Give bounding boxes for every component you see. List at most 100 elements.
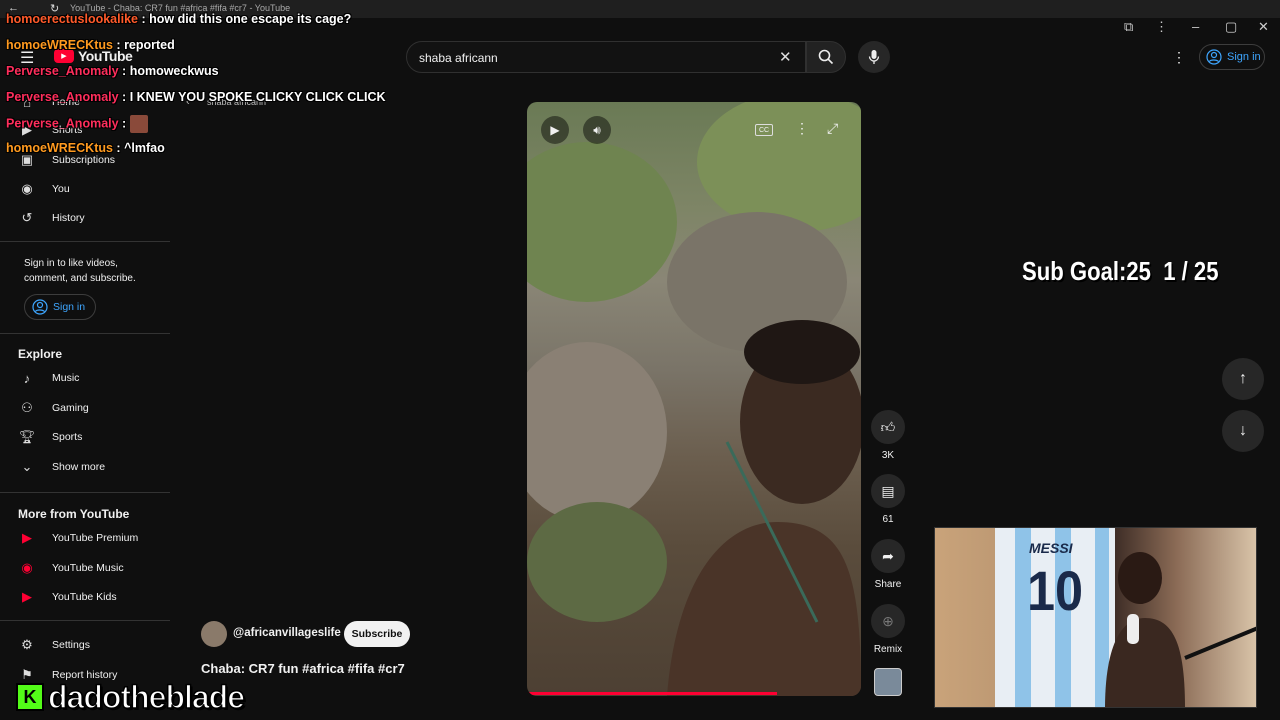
chat-message: homoeWRECKtus : reported: [6, 38, 175, 52]
captions-label: CC: [758, 126, 770, 134]
webcam-overlay: MESSI 10: [934, 527, 1257, 708]
settings-icon: ⚙: [21, 637, 33, 652]
sidebar-item-label: You: [52, 183, 70, 195]
chat-message: homoeWRECKtus : ^lmfao: [6, 141, 165, 155]
arrow-down-icon: ↓: [1239, 422, 1247, 439]
sidebar-divider: [0, 333, 170, 334]
chat-message: Perverse_Anomaly : homoweckwus: [6, 64, 219, 78]
chat-username: homoeWRECKtus: [6, 38, 113, 52]
like-icon[interactable]: 👍︎: [871, 410, 905, 444]
account-icon: [1206, 49, 1222, 65]
previous-short-button[interactable]: ↑: [1222, 358, 1264, 400]
channel-avatar[interactable]: [201, 621, 227, 647]
chat-username: Perverse_Anomaly: [6, 64, 119, 78]
sidebar-item-label: Music: [52, 372, 80, 384]
search-input[interactable]: shaba africann: [419, 51, 498, 65]
chat-text: reported: [124, 38, 175, 52]
remix-label: Remix: [873, 644, 903, 655]
chat-message: homoerectuslookalike : how did this one …: [6, 12, 352, 26]
video-frame: [527, 102, 861, 696]
chat-text: how did this one escape its cage?: [149, 12, 352, 26]
more-options-icon[interactable]: ⋮: [795, 120, 809, 137]
search-button[interactable]: [806, 41, 846, 73]
streamer-nameplate: K dadotheblade: [16, 679, 246, 715]
play-icon: ▶: [550, 123, 560, 137]
voice-search-button[interactable]: [858, 41, 890, 73]
sidebar-item-label: History: [52, 212, 85, 224]
comments-action[interactable]: ▤ 61: [871, 474, 905, 525]
sidebar-item-youtube-music[interactable]: ◉ YouTube Music: [18, 554, 168, 582]
video-title[interactable]: Chaba: CR7 fun #africa #fifa #cr7: [201, 661, 405, 676]
sidebar-divider: [0, 492, 170, 493]
like-count: 3K: [881, 450, 895, 461]
remix-action[interactable]: ⊕ Remix: [871, 604, 905, 655]
sidebar-item-history[interactable]: ↺ History: [18, 204, 168, 232]
chevron-down-icon: ⌄: [21, 459, 33, 474]
share-label: Share: [874, 579, 902, 590]
account-icon: [32, 299, 48, 315]
streamer-name: dadotheblade: [47, 679, 246, 715]
sign-in-label: Sign in: [1227, 51, 1261, 63]
fullscreen-icon[interactable]: ⤢: [827, 120, 838, 137]
explore-heading: Explore: [18, 347, 63, 361]
sports-icon: 🏆︎: [18, 429, 36, 444]
like-action[interactable]: 👍︎ 3K: [871, 410, 905, 461]
more-from-youtube-heading: More from YouTube: [18, 507, 130, 521]
history-icon: ↺: [21, 210, 33, 225]
chat-text: homoweckwus: [129, 64, 219, 78]
you-icon: ◉: [21, 181, 33, 196]
volume-button[interactable]: 🔊︎: [583, 116, 611, 144]
sidebar-item-sports[interactable]: 🏆︎ Sports: [18, 423, 168, 451]
volume-icon: 🔊︎: [593, 122, 601, 137]
gaming-icon: ⚇: [21, 400, 33, 415]
webcam-frame: [995, 528, 1256, 707]
sidebar-sign-in-label: Sign in: [53, 301, 86, 313]
search-icon: [818, 49, 834, 65]
sidebar-item-label: Sports: [52, 431, 83, 443]
channel-handle[interactable]: @africanvillageslife: [233, 627, 341, 639]
sidebar-item-label: YouTube Kids: [52, 591, 117, 603]
subscribe-button[interactable]: Subscribe: [344, 621, 410, 647]
chat-username: homoeWRECKtus: [6, 141, 113, 155]
microphone-icon: [868, 50, 880, 64]
youtube-kids-icon: ▶: [22, 589, 32, 604]
sidebar-divider: [0, 241, 170, 242]
sub-goal-counter: Sub Goal:25 1 / 25: [1022, 256, 1219, 286]
shorts-video-player[interactable]: ▶ 🔊︎ CC ⋮ ⤢: [527, 102, 861, 696]
youtube-premium-icon: ▶: [22, 530, 32, 545]
sign-in-prompt: Sign in to like videos, comment, and sub…: [24, 258, 136, 284]
sidebar-item-settings[interactable]: ⚙ Settings: [18, 631, 168, 659]
remix-icon[interactable]: ⊕: [871, 604, 905, 638]
sidebar-item-label: Subscriptions: [52, 154, 116, 166]
share-icon[interactable]: ➦: [871, 539, 905, 573]
share-action[interactable]: ➦ Share: [871, 539, 905, 590]
sidebar-item-show-more[interactable]: ⌄ Show more: [18, 453, 168, 481]
youtube-music-icon: ◉: [21, 560, 33, 575]
comment-icon[interactable]: ▤: [871, 474, 905, 508]
sidebar-sign-in-button[interactable]: Sign in: [24, 294, 96, 320]
clear-search-icon[interactable]: ✕: [779, 48, 792, 66]
sidebar-item-youtube-kids[interactable]: ▶ YouTube Kids: [18, 583, 168, 611]
sign-in-button[interactable]: Sign in: [1199, 44, 1265, 70]
comment-count: 61: [882, 514, 894, 525]
chat-username: Perverse_Anomaly: [6, 90, 119, 104]
sidebar-item-music[interactable]: ♪ Music: [18, 364, 168, 392]
sidebar-item-you[interactable]: ◉ You: [18, 175, 168, 203]
sound-thumbnail[interactable]: [874, 668, 902, 696]
arrow-up-icon: ↑: [1239, 370, 1247, 387]
sidebar-item-label: Show more: [52, 461, 106, 473]
sidebar-item-gaming[interactable]: ⚇ Gaming: [18, 394, 168, 422]
captions-button[interactable]: CC: [755, 124, 773, 136]
play-button[interactable]: ▶: [541, 116, 569, 144]
sidebar-item-label: YouTube Music: [52, 562, 124, 574]
chat-text: I KNEW YOU SPOKE CLICKY CLICK CLICK: [129, 90, 386, 104]
sidebar-item-youtube-premium[interactable]: ▶ YouTube Premium: [18, 524, 168, 552]
chat-message: Perverse_Anomaly : I KNEW YOU SPOKE CLIC…: [6, 90, 386, 104]
kick-logo-icon: K: [16, 683, 44, 711]
next-short-button[interactable]: ↓: [1222, 410, 1264, 452]
settings-menu-icon[interactable]: ⋮: [1172, 49, 1186, 66]
music-icon: ♪: [23, 370, 31, 386]
sidebar-item-label: Gaming: [52, 402, 89, 414]
search-box[interactable]: shaba africann ✕: [406, 41, 806, 73]
chat-username: Perverse_Anomaly: [6, 116, 119, 131]
